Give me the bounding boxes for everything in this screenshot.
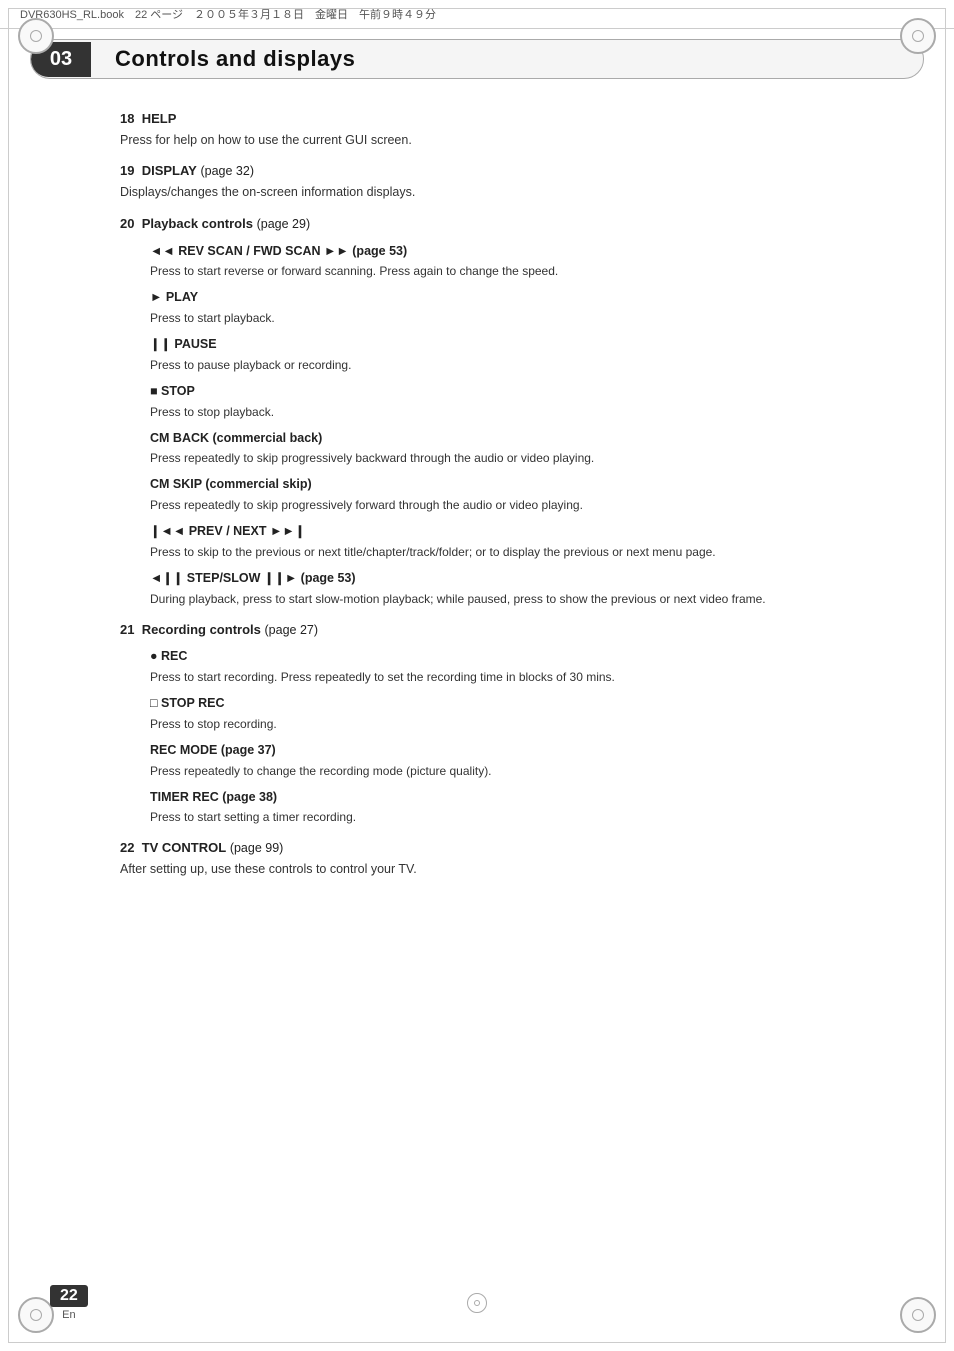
section-22-title: TV CONTROL bbox=[142, 840, 227, 855]
corner-decoration-bl bbox=[18, 1297, 54, 1333]
subsection-step-slow-title: ◄❙❙ STEP/SLOW ❙❙► (page 53) bbox=[150, 569, 864, 588]
subsection-cm-skip-title: CM SKIP (commercial skip) bbox=[150, 475, 864, 494]
section-21-pageref: (page 27) bbox=[265, 623, 319, 637]
section-21-header: 21 Recording controls (page 27) bbox=[120, 620, 864, 640]
subsection-stop-rec-desc: Press to stop recording. bbox=[150, 715, 864, 733]
corner-decoration-tl bbox=[18, 18, 54, 54]
subsection-timer-rec: TIMER REC (page 38) Press to start setti… bbox=[150, 788, 864, 827]
section-20-header: 20 Playback controls (page 29) bbox=[120, 214, 864, 234]
chapter-title: Controls and displays bbox=[91, 40, 379, 78]
page-number: 22 bbox=[50, 1285, 88, 1307]
section-20-number: 20 bbox=[120, 216, 142, 231]
subsection-rec: ● REC Press to start recording. Press re… bbox=[150, 647, 864, 686]
subsection-prev-next-desc: Press to skip to the previous or next ti… bbox=[150, 543, 864, 561]
subsection-cm-back-title: CM BACK (commercial back) bbox=[150, 429, 864, 448]
subsection-prev-next-title: ❙◄◄ PREV / NEXT ►►❙ bbox=[150, 522, 864, 541]
chapter-header: 03 Controls and displays bbox=[30, 39, 924, 79]
section-22-desc: After setting up, use these controls to … bbox=[120, 860, 864, 879]
section-19-number: 19 bbox=[120, 163, 142, 178]
main-content: 18 HELP Press for help on how to use the… bbox=[120, 109, 864, 879]
section-21-title: Recording controls bbox=[142, 622, 261, 637]
section-19: 19 DISPLAY (page 32) Displays/changes th… bbox=[120, 161, 864, 202]
subsection-pause-title: ❙❙ PAUSE bbox=[150, 335, 864, 354]
file-header: DVR630HS_RL.book 22 ページ ２００５年３月１８日 金曜日 午… bbox=[0, 0, 954, 29]
subsection-cm-skip: CM SKIP (commercial skip) Press repeated… bbox=[150, 475, 864, 514]
page-footer: 22 En bbox=[50, 1285, 88, 1321]
section-22-header: 22 TV CONTROL (page 99) bbox=[120, 838, 864, 858]
subsection-step-slow: ◄❙❙ STEP/SLOW ❙❙► (page 53) During playb… bbox=[150, 569, 864, 608]
subsection-rec-desc: Press to start recording. Press repeated… bbox=[150, 668, 864, 686]
section-21: 21 Recording controls (page 27) ● REC Pr… bbox=[120, 620, 864, 827]
section-20-pageref: (page 29) bbox=[257, 217, 311, 231]
subsection-rec-title: ● REC bbox=[150, 647, 864, 666]
section-20: 20 Playback controls (page 29) ◄◄ REV SC… bbox=[120, 214, 864, 608]
section-22-pageref: (page 99) bbox=[230, 841, 284, 855]
section-18-number: 18 bbox=[120, 111, 142, 126]
corner-decoration-br bbox=[900, 1297, 936, 1333]
subsection-rec-mode-title: REC MODE (page 37) bbox=[150, 741, 864, 760]
subsection-cm-back: CM BACK (commercial back) Press repeated… bbox=[150, 429, 864, 468]
subsection-play-desc: Press to start playback. bbox=[150, 309, 864, 327]
section-19-desc: Displays/changes the on-screen informati… bbox=[120, 183, 864, 202]
subsection-rec-mode: REC MODE (page 37) Press repeatedly to c… bbox=[150, 741, 864, 780]
subsection-stop-title: ■ STOP bbox=[150, 382, 864, 401]
section-18-header: 18 HELP bbox=[120, 109, 864, 129]
section-19-title: DISPLAY bbox=[142, 163, 197, 178]
section-19-header: 19 DISPLAY (page 32) bbox=[120, 161, 864, 181]
subsection-prev-next: ❙◄◄ PREV / NEXT ►►❙ Press to skip to the… bbox=[150, 522, 864, 561]
subsection-rev-scan-desc: Press to start reverse or forward scanni… bbox=[150, 262, 864, 280]
corner-decoration-tr bbox=[900, 18, 936, 54]
subsection-rev-scan-title: ◄◄ REV SCAN / FWD SCAN ►► (page 53) bbox=[150, 242, 864, 261]
subsection-pause: ❙❙ PAUSE Press to pause playback or reco… bbox=[150, 335, 864, 374]
section-22-number: 22 bbox=[120, 840, 142, 855]
subsection-cm-back-desc: Press repeatedly to skip progressively b… bbox=[150, 449, 864, 467]
section-21-number: 21 bbox=[120, 622, 142, 637]
section-19-pageref: (page 32) bbox=[200, 164, 254, 178]
subsection-pause-desc: Press to pause playback or recording. bbox=[150, 356, 864, 374]
subsection-stop-rec: □ STOP REC Press to stop recording. bbox=[150, 694, 864, 733]
section-22: 22 TV CONTROL (page 99) After setting up… bbox=[120, 838, 864, 879]
subsection-play: ► PLAY Press to start playback. bbox=[150, 288, 864, 327]
subsection-rec-mode-desc: Press repeatedly to change the recording… bbox=[150, 762, 864, 780]
subsection-stop-desc: Press to stop playback. bbox=[150, 403, 864, 421]
subsection-timer-rec-desc: Press to start setting a timer recording… bbox=[150, 808, 864, 826]
center-bottom-mark bbox=[467, 1293, 487, 1313]
subsection-step-slow-desc: During playback, press to start slow-mot… bbox=[150, 590, 864, 608]
subsection-stop-rec-title: □ STOP REC bbox=[150, 694, 864, 713]
section-20-title: Playback controls bbox=[142, 216, 253, 231]
subsection-stop: ■ STOP Press to stop playback. bbox=[150, 382, 864, 421]
page-lang: En bbox=[62, 1309, 75, 1321]
file-header-text: DVR630HS_RL.book 22 ページ ２００５年３月１８日 金曜日 午… bbox=[20, 6, 436, 22]
subsection-timer-rec-title: TIMER REC (page 38) bbox=[150, 788, 864, 807]
section-18-desc: Press for help on how to use the current… bbox=[120, 131, 864, 150]
subsection-cm-skip-desc: Press repeatedly to skip progressively f… bbox=[150, 496, 864, 514]
section-18-title: HELP bbox=[142, 111, 177, 126]
subsection-play-title: ► PLAY bbox=[150, 288, 864, 307]
section-18: 18 HELP Press for help on how to use the… bbox=[120, 109, 864, 149]
subsection-rev-scan: ◄◄ REV SCAN / FWD SCAN ►► (page 53) Pres… bbox=[150, 242, 864, 281]
